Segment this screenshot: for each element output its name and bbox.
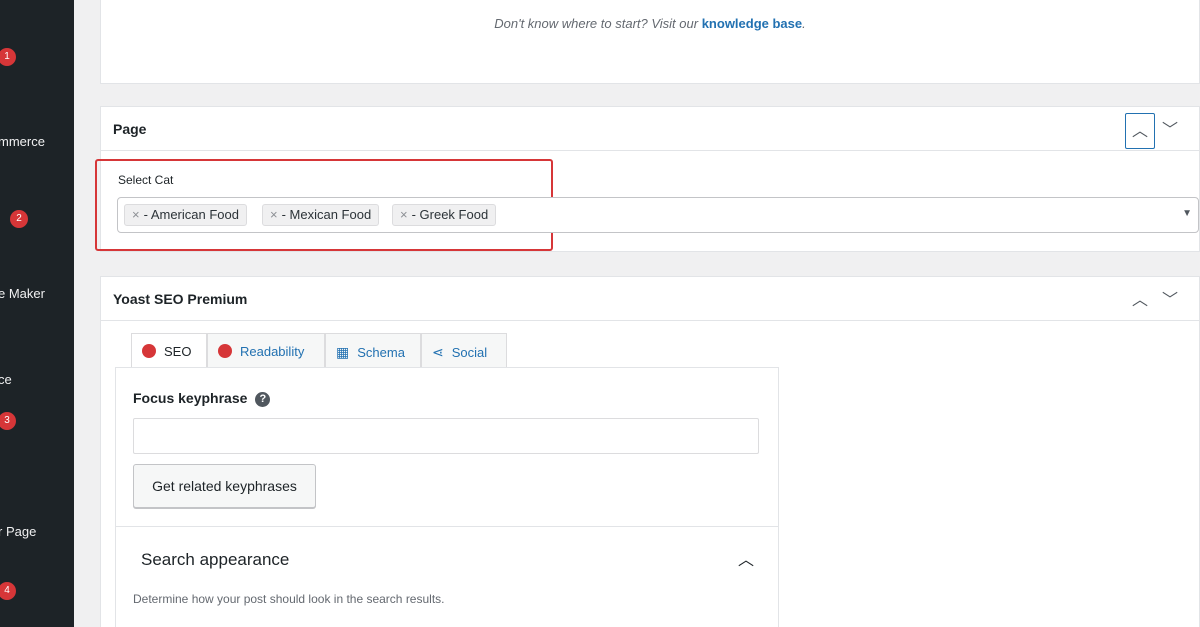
yoast-metabox-title: Yoast SEO Premium	[113, 291, 248, 307]
page-metabox-header: Page ︿ ﹀	[101, 107, 1199, 151]
chevron-up-icon: ︿	[1131, 292, 1148, 309]
tab-label: Readability	[240, 344, 305, 359]
yoast-metabox-header: Yoast SEO Premium ︿ ﹀	[101, 277, 1199, 321]
chip-american-food[interactable]: × - American Food	[124, 204, 247, 226]
tab-label: Social	[451, 345, 488, 360]
chip-greek-food[interactable]: × - Greek Food	[392, 204, 497, 226]
sidebar-item-ce[interactable]: ce	[0, 372, 12, 387]
sidebar-item-maker[interactable]: e Maker	[0, 286, 45, 301]
chip-label: - Greek Food	[411, 207, 489, 222]
chevron-down-icon: ﹀	[1161, 122, 1178, 139]
page-metabox: Page ︿ ﹀ Select Cat × - American Food × - …	[95, 106, 1200, 252]
search-appearance-description: Determine how your post should look in t…	[133, 592, 445, 606]
admin-sidebar: 1 mmerce 2 e Maker ce 3 r Page 4	[0, 0, 74, 627]
sidebar-badge: 4	[0, 582, 16, 600]
remove-chip-icon[interactable]: ×	[270, 207, 278, 222]
select-cat-label: Select Cat	[118, 173, 174, 187]
sidebar-item-woocommerce[interactable]: mmerce	[0, 134, 45, 149]
focus-keyphrase-text: Focus keyphrase	[133, 390, 248, 406]
tab-social[interactable]: ⋖ Social	[421, 333, 507, 369]
section-divider	[116, 526, 778, 527]
help-icon[interactable]: ?	[255, 392, 271, 407]
page-metabox-title: Page	[113, 121, 147, 137]
share-icon: ⋖	[432, 344, 444, 360]
getting-started-panel: Don't know where to start? Visit our kno…	[100, 0, 1200, 84]
tab-seo[interactable]: SEO	[131, 333, 207, 371]
move-down-button[interactable]: ﹀	[1155, 113, 1185, 149]
focus-keyphrase-label: Focus keyphrase?	[133, 390, 271, 407]
notice-text: Don't know where to start? Visit our	[494, 16, 699, 31]
select-cat-multiselect[interactable]: × - American Food × - Mexican Food × - Gree…	[117, 197, 1199, 233]
yoast-metabox: Yoast SEO Premium ︿ ﹀ SEO Readability ▦ S…	[100, 276, 1200, 627]
chevron-up-icon[interactable]: ︿	[738, 546, 754, 570]
chip-label: - Mexican Food	[281, 207, 372, 222]
move-up-button[interactable]: ︿	[1125, 283, 1155, 319]
knowledge-base-link[interactable]: knowledge base	[702, 16, 802, 31]
move-up-button[interactable]: ︿	[1125, 113, 1155, 149]
search-appearance-heading[interactable]: Search appearance	[141, 550, 289, 570]
tab-readability[interactable]: Readability	[207, 333, 325, 369]
sidebar-badge: 1	[0, 48, 16, 66]
sidebar-badge: 3	[0, 412, 16, 430]
remove-chip-icon[interactable]: ×	[400, 207, 408, 222]
remove-chip-icon[interactable]: ×	[132, 207, 140, 222]
tab-label: SEO	[164, 344, 192, 359]
seo-tab-content: Focus keyphrase? Get related keyphrases …	[115, 367, 779, 627]
tab-label: Schema	[357, 345, 405, 360]
focus-keyphrase-input[interactable]	[133, 418, 759, 454]
get-related-keyphrases-button[interactable]: Get related keyphrases	[133, 464, 316, 508]
tab-schema[interactable]: ▦ Schema	[325, 333, 421, 369]
chip-mexican-food[interactable]: × - Mexican Food	[262, 204, 380, 226]
chevron-up-icon: ︿	[1131, 123, 1148, 140]
seo-score-icon	[142, 344, 156, 358]
chevron-down-icon: ﹀	[1161, 292, 1178, 309]
schema-grid-icon: ▦	[336, 344, 350, 360]
move-down-button[interactable]: ﹀	[1155, 283, 1185, 319]
sidebar-item-page[interactable]: r Page	[0, 524, 36, 539]
sidebar-badge: 2	[10, 210, 28, 228]
chip-label: - American Food	[143, 207, 239, 222]
dropdown-arrow-icon[interactable]: ▼	[1182, 208, 1192, 219]
readability-score-icon	[218, 344, 232, 358]
help-notice: Don't know where to start? Visit our kno…	[494, 16, 806, 31]
